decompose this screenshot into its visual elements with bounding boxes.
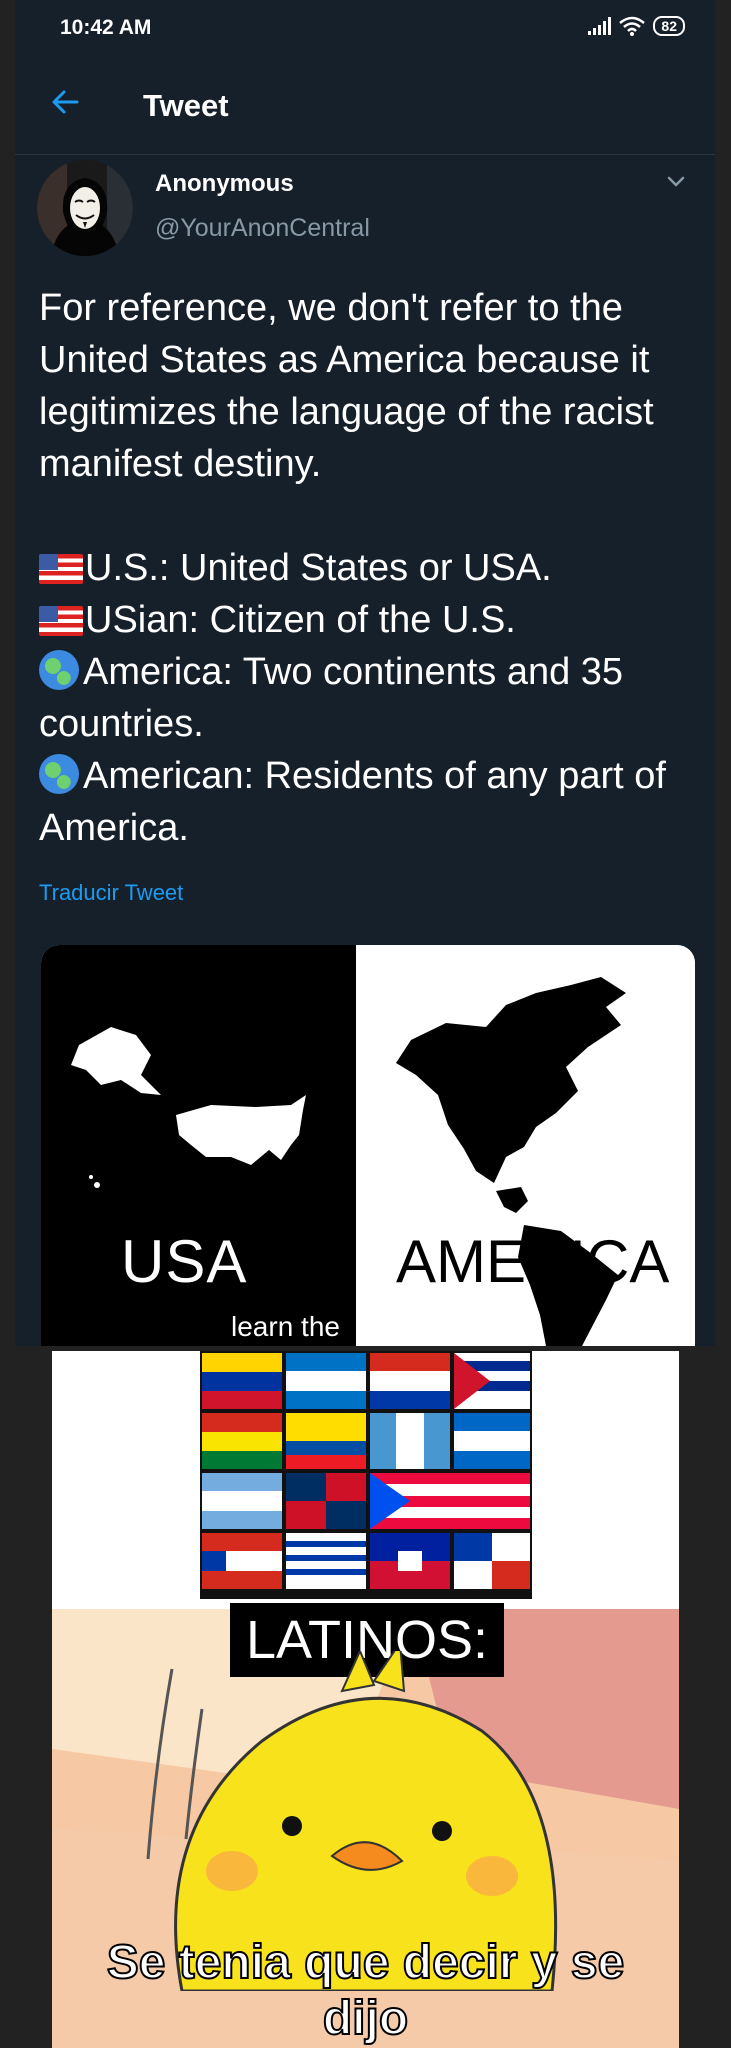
tweet-image[interactable]: USA learn the AMERICA — [41, 945, 695, 1346]
back-arrow-icon[interactable] — [45, 82, 85, 122]
status-bar: 10:42 AM 82 — [15, 0, 715, 58]
us-flag-icon — [39, 606, 83, 636]
america-map-panel: AMERICA — [356, 945, 695, 1346]
status-time: 10:42 AM — [60, 16, 152, 39]
battery-indicator: 82 — [653, 16, 685, 36]
definition-item: U.S.: United States or USA. — [39, 542, 699, 594]
translate-tweet-link[interactable]: Traducir Tweet — [39, 880, 183, 906]
us-flag-icon — [39, 554, 83, 584]
globe-americas-icon — [39, 754, 79, 794]
tweet-text: For reference, we don't refer to the Uni… — [39, 282, 699, 854]
tweet-header: Tweet — [15, 58, 715, 155]
latinos-meme-image: LATINOS: Se tenia que decir y se dijo — [52, 1351, 679, 2048]
author-handle[interactable]: @YourAnonCentral — [155, 214, 370, 243]
meme-caption-line1: Se tenia que decir y se — [106, 1935, 626, 1990]
tweet-screen: 10:42 AM 82 Tweet Anonymous @YourAnonCen — [15, 0, 715, 1346]
meme-caption-line2: dijo — [322, 1991, 409, 2046]
definition-item: USian: Citizen of the U.S. — [39, 594, 699, 646]
learn-the-label: learn the — [231, 1311, 340, 1342]
latin-american-flags-icon — [200, 1351, 532, 1599]
america-label: AMERICA — [396, 1228, 670, 1295]
page-title: Tweet — [143, 88, 229, 123]
definition-item: American: Residents of any part of Ameri… — [39, 754, 666, 849]
usa-map-panel: USA learn the — [41, 945, 356, 1346]
signal-icon — [588, 17, 612, 35]
definition-item: America: Two continents and 35 countries… — [39, 650, 624, 745]
wifi-icon — [619, 16, 646, 36]
chevron-down-icon[interactable] — [665, 170, 687, 192]
avatar[interactable] — [37, 160, 133, 256]
tweet-intro: For reference, we don't refer to the Uni… — [39, 287, 654, 485]
usa-label: USA — [121, 1228, 248, 1295]
status-icons: 82 — [588, 16, 685, 36]
author-name[interactable]: Anonymous — [155, 170, 294, 198]
globe-americas-icon — [39, 650, 79, 690]
